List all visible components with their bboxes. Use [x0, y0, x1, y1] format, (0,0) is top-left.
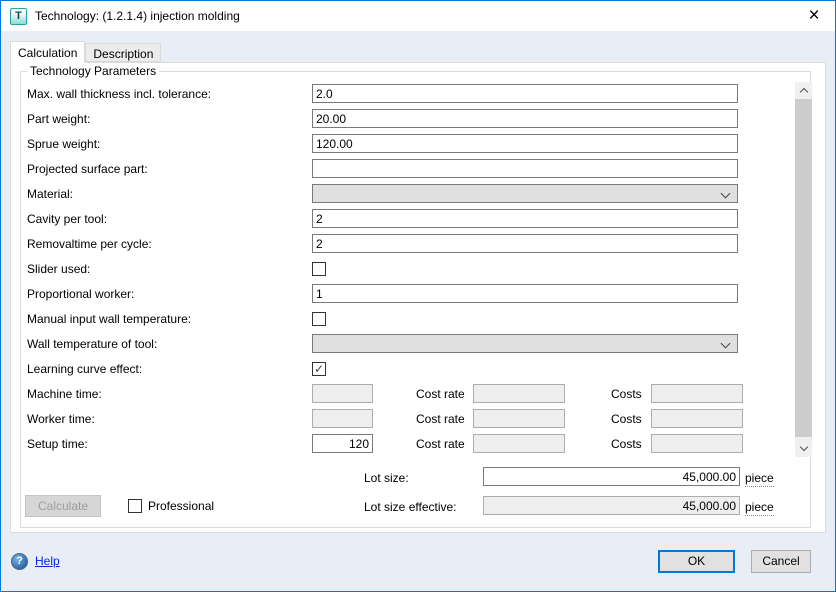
field-label: Manual input wall temperature:	[27, 312, 312, 326]
field-label: Slider used:	[27, 262, 312, 276]
form-row: Sprue weight:	[27, 131, 804, 156]
part-weight-input[interactable]	[312, 109, 738, 128]
form-row: Learning curve effect: ✓	[27, 356, 804, 381]
scrollbar-thumb[interactable]	[795, 99, 812, 437]
cavity-per-tool-input[interactable]	[312, 209, 738, 228]
window-title: Technology: (1.2.1.4) injection molding	[35, 9, 240, 23]
chevron-down-icon	[721, 189, 731, 199]
scroll-down-button[interactable]	[795, 440, 812, 457]
form-row: Removaltime per cycle:	[27, 231, 804, 256]
field-label: Cavity per tool:	[27, 212, 312, 226]
max-wall-thickness-input[interactable]	[312, 84, 738, 103]
form-row: Manual input wall temperature:	[27, 306, 804, 331]
field-label: Machine time:	[27, 387, 312, 401]
professional-label: Professional	[148, 499, 214, 513]
professional-option[interactable]: Professional	[128, 499, 214, 513]
wall-temperature-dropdown[interactable]	[312, 334, 738, 353]
field-label: Sprue weight:	[27, 137, 312, 151]
machine-time-input	[312, 384, 373, 403]
machine-cost-rate-input	[473, 384, 565, 403]
projected-surface-input[interactable]	[312, 159, 738, 178]
field-label: Setup time:	[27, 437, 312, 451]
cost-rate-label: Cost rate	[416, 437, 473, 451]
calculate-button: Calculate	[25, 495, 101, 517]
field-label: Proportional worker:	[27, 287, 312, 301]
calculation-tab-page: Technology Parameters Max. wall thicknes…	[10, 62, 826, 533]
professional-checkbox[interactable]	[128, 499, 142, 513]
chevron-up-icon	[799, 88, 807, 96]
form-row: Wall temperature of tool:	[27, 331, 804, 356]
tab-strip: Calculation Description	[10, 41, 835, 62]
form-row: Projected surface part:	[27, 156, 804, 181]
close-icon[interactable]: ×	[797, 2, 831, 30]
form-row: Proportional worker:	[27, 281, 804, 306]
help-area[interactable]: ? Help	[11, 553, 60, 570]
slider-used-checkbox[interactable]	[312, 262, 326, 276]
field-label: Material:	[27, 187, 312, 201]
technology-app-icon: T	[10, 8, 27, 25]
worker-costs-input	[651, 409, 743, 428]
lot-size-unit[interactable]: piece	[745, 471, 774, 487]
chevron-down-icon	[721, 339, 731, 349]
worker-cost-rate-input	[473, 409, 565, 428]
form-row: Part weight:	[27, 106, 804, 131]
tab-calculation[interactable]: Calculation	[10, 41, 85, 63]
costs-label: Costs	[611, 412, 651, 426]
lot-size-row: Lot size: piece	[27, 463, 804, 492]
lot-size-effective-row: Calculate Professional Lot size effectiv…	[27, 492, 804, 521]
cancel-button[interactable]: Cancel	[751, 550, 811, 573]
machine-costs-input	[651, 384, 743, 403]
manual-wall-temperature-checkbox[interactable]	[312, 312, 326, 326]
removaltime-input[interactable]	[312, 234, 738, 253]
field-label: Wall temperature of tool:	[27, 337, 312, 351]
lot-size-label: Lot size:	[364, 471, 409, 485]
field-label: Projected surface part:	[27, 162, 312, 176]
lot-size-effective-unit[interactable]: piece	[745, 500, 774, 516]
chevron-down-icon	[799, 443, 807, 451]
lot-size-effective-label: Lot size effective:	[364, 500, 457, 514]
material-dropdown[interactable]	[312, 184, 738, 203]
setup-costs-input	[651, 434, 743, 453]
proportional-worker-input[interactable]	[312, 284, 738, 303]
cost-rate-label: Cost rate	[416, 412, 473, 426]
form-row: Machine time: Cost rate Costs	[27, 381, 804, 406]
setup-time-input[interactable]	[312, 434, 373, 453]
form-row: Max. wall thickness incl. tolerance:	[27, 81, 804, 106]
lot-size-effective-input	[483, 496, 740, 515]
cost-rate-label: Cost rate	[416, 387, 473, 401]
group-title: Technology Parameters	[27, 64, 159, 78]
costs-label: Costs	[611, 387, 651, 401]
title-bar: T Technology: (1.2.1.4) injection moldin…	[1, 1, 835, 31]
field-label: Part weight:	[27, 112, 312, 126]
dialog-footer: ? Help OK Cancel	[1, 533, 835, 592]
form-row: Material:	[27, 181, 804, 206]
ok-button[interactable]: OK	[658, 550, 735, 573]
sprue-weight-input[interactable]	[312, 134, 738, 153]
vertical-scrollbar[interactable]	[795, 82, 812, 457]
technology-dialog: T Technology: (1.2.1.4) injection moldin…	[0, 0, 836, 592]
field-label: Worker time:	[27, 412, 312, 426]
form-row: Setup time: Cost rate Costs	[27, 431, 804, 456]
field-label: Removaltime per cycle:	[27, 237, 312, 251]
costs-label: Costs	[611, 437, 651, 451]
worker-time-input	[312, 409, 373, 428]
learning-curve-checkbox[interactable]: ✓	[312, 362, 326, 376]
setup-cost-rate-input	[473, 434, 565, 453]
form-row: Cavity per tool:	[27, 206, 804, 231]
tab-description[interactable]: Description	[85, 43, 161, 62]
technology-parameters-group: Technology Parameters Max. wall thicknes…	[20, 64, 811, 528]
help-link[interactable]: Help	[35, 554, 60, 568]
checkmark-icon: ✓	[314, 363, 324, 375]
form-row: Slider used:	[27, 256, 804, 281]
field-label: Max. wall thickness incl. tolerance:	[27, 87, 312, 101]
lot-size-input[interactable]	[483, 467, 740, 486]
scroll-up-button[interactable]	[795, 82, 812, 99]
action-buttons: OK Cancel	[658, 550, 811, 573]
form-row: Worker time: Cost rate Costs	[27, 406, 804, 431]
field-label: Learning curve effect:	[27, 362, 312, 376]
help-question-icon[interactable]: ?	[11, 553, 28, 570]
